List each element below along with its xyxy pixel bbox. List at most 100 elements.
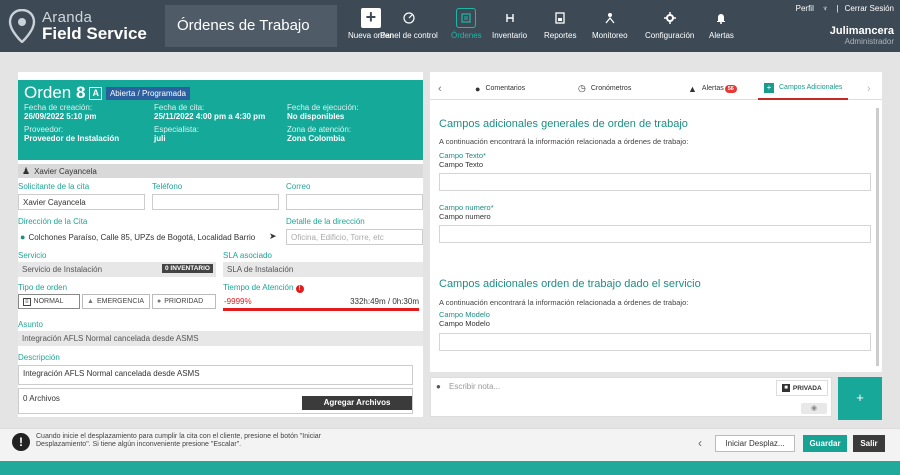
section1-title: Campos adicionales generales de orden de…: [439, 118, 688, 130]
description-field[interactable]: Integración AFLS Normal cancelada desde …: [18, 365, 413, 385]
subject-label: Asunto: [18, 320, 43, 329]
comment-icon: ●: [475, 83, 481, 94]
requester-label: Solicitante de la cita: [18, 182, 90, 191]
sla-label: SLA asociado: [223, 251, 272, 260]
email-field[interactable]: [286, 194, 423, 210]
type-emergency-button[interactable]: ▲ EMERGENCIA: [82, 294, 150, 309]
add-note-button[interactable]: +: [838, 377, 882, 420]
tab-next-arrow-icon[interactable]: ›: [867, 83, 871, 95]
alerts-count-badge: 56: [724, 84, 737, 93]
inventory-badge[interactable]: 0 INVENTARIO: [161, 264, 213, 273]
nav-settings[interactable]: Configuración: [645, 8, 694, 40]
created-date-value: 26/09/2022 5:10 pm: [24, 112, 97, 121]
appointment-date-label: Fecha de cita:: [154, 103, 205, 112]
execution-date-label: Fecha de ejecución:: [287, 103, 359, 112]
nav-dashboard[interactable]: Panel de control: [380, 8, 438, 40]
bottom-accent-strip: [0, 461, 900, 475]
nav-alerts[interactable]: Alertas: [709, 8, 734, 40]
service-label: Servicio: [18, 251, 47, 260]
phone-field[interactable]: [152, 194, 279, 210]
type-normal-label: NORMAL: [33, 298, 64, 305]
private-label: PRIVADA: [792, 384, 822, 392]
address-field[interactable]: ● Colchones Paraíso, Calle 85, UPZs de B…: [18, 229, 280, 245]
side-panel: ‹ ● Comentarios ◷ Cronómetros ▲ Alertas …: [430, 72, 882, 372]
tab-extra-fields[interactable]: + Campos Adicionales: [758, 78, 849, 100]
nav-monitor[interactable]: Monitoreo: [592, 8, 628, 40]
tab-timers-label: Cronómetros: [590, 85, 632, 92]
plus-square-icon: +: [764, 82, 774, 93]
provider-value: Proveedor de Instalación: [24, 134, 120, 143]
warning-icon: !: [12, 433, 30, 451]
order-detail-panel: Orden 8 A Abierta / Programada Fecha de …: [18, 72, 423, 417]
save-button[interactable]: Guardar: [803, 435, 847, 452]
section1-description: A continuación encontrará la información…: [439, 137, 689, 146]
nav-inventory-label: Inventario: [492, 31, 528, 40]
nav-reports[interactable]: Reportes: [544, 8, 576, 40]
note-input[interactable]: Escribir nota...: [449, 382, 500, 391]
reports-icon: [550, 8, 570, 28]
profile-link[interactable]: Perfil: [796, 4, 814, 13]
nav-reports-label: Reportes: [544, 31, 577, 40]
specialist-label: Especialista:: [154, 125, 199, 134]
clock-icon: ◷: [578, 83, 586, 93]
field2-label: Campo numero*: [439, 203, 494, 212]
tab-comments-label: Comentarios: [485, 85, 526, 92]
camera-icon[interactable]: ◉: [801, 403, 827, 414]
section2-title: Campos adicionales orden de trabajo dado…: [439, 278, 701, 290]
tab-alerts[interactable]: ▲ Alertas 56: [688, 78, 737, 100]
plus-icon: +: [360, 8, 381, 28]
priority-icon: ●: [157, 298, 162, 305]
exit-button[interactable]: Salir: [853, 435, 885, 452]
private-toggle[interactable]: ■ PRIVADA: [776, 380, 828, 396]
field3-input[interactable]: [439, 333, 871, 351]
requester-field[interactable]: Xavier Cayancela: [18, 194, 145, 210]
contact-name: Xavier Cayancela: [34, 166, 97, 176]
tab-bar: ‹ ● Comentarios ◷ Cronómetros ▲ Alertas …: [430, 78, 882, 100]
user-name: Julimancera: [829, 25, 894, 37]
back-arrow-icon[interactable]: ‹: [698, 436, 702, 450]
subject-field: Integración AFLS Normal cancelada desde …: [18, 331, 423, 346]
top-navigation-bar: Aranda Field Service Órdenes de Trabajo …: [0, 0, 900, 52]
add-files-button[interactable]: Agregar Archivos: [302, 396, 412, 410]
page-title: Órdenes de Trabajo: [165, 5, 337, 47]
nav-orders[interactable]: Órdenes: [451, 8, 482, 40]
tab-timers[interactable]: ◷ Cronómetros: [578, 78, 631, 100]
tab-extra-fields-label: Campos Adicionales: [779, 84, 843, 91]
field1-input[interactable]: [439, 173, 871, 191]
location-pin-logo-icon: [8, 8, 36, 44]
provider-label: Proveedor:: [24, 125, 64, 134]
logo-line1: Aranda: [42, 9, 93, 26]
bell-icon: [711, 8, 731, 28]
comment-icon: ●: [436, 382, 441, 391]
tab-alerts-label: Alertas: [701, 85, 724, 92]
nav-orders-label: Órdenes: [451, 31, 482, 40]
service-field: Servicio de Instalación 0 INVENTARIO: [18, 262, 216, 277]
field2-input[interactable]: [439, 225, 871, 243]
contact-bar: ♟ Xavier Cayancela: [18, 164, 423, 178]
order-title: Orden 8: [24, 83, 86, 102]
locate-arrow-icon[interactable]: ➤: [269, 231, 277, 242]
app-logo[interactable]: Aranda Field Service: [8, 6, 163, 46]
address-detail-field[interactable]: Oficina, Edificio, Torre, etc: [286, 229, 423, 245]
user-role: Administrador: [844, 37, 894, 46]
field1-label: Campo Texto*: [439, 151, 486, 160]
logout-link[interactable]: Cerrar Sesión: [845, 4, 894, 13]
address-value: Colchones Paraíso, Calle 85, UPZs de Bog…: [28, 232, 256, 242]
tab-comments[interactable]: ● Comentarios: [475, 78, 525, 100]
inventory-icon: [500, 8, 520, 28]
type-normal-button[interactable]: ≡ NORMAL: [18, 294, 80, 309]
nav-inventory[interactable]: Inventario: [492, 8, 527, 40]
nav-alerts-label: Alertas: [709, 31, 734, 40]
attention-time-value: 332h:49m / 0h:30m: [350, 297, 419, 306]
type-priority-label: PRIORIDAD: [164, 298, 204, 305]
scrollbar[interactable]: [876, 108, 879, 366]
type-priority-button[interactable]: ● PRIORIDAD: [152, 294, 216, 309]
tab-prev-arrow-icon[interactable]: ‹: [438, 83, 442, 95]
email-label: Correo: [286, 182, 311, 191]
start-trip-button[interactable]: Iniciar Desplaz...: [715, 435, 795, 452]
phone-label: Teléfono: [152, 182, 183, 191]
execution-date-value: No disponibles: [287, 112, 345, 121]
type-emergency-label: EMERGENCIA: [96, 298, 144, 305]
order-summary-header: Orden 8 A Abierta / Programada Fecha de …: [18, 80, 423, 160]
service-value: Servicio de Instalación: [22, 265, 103, 274]
